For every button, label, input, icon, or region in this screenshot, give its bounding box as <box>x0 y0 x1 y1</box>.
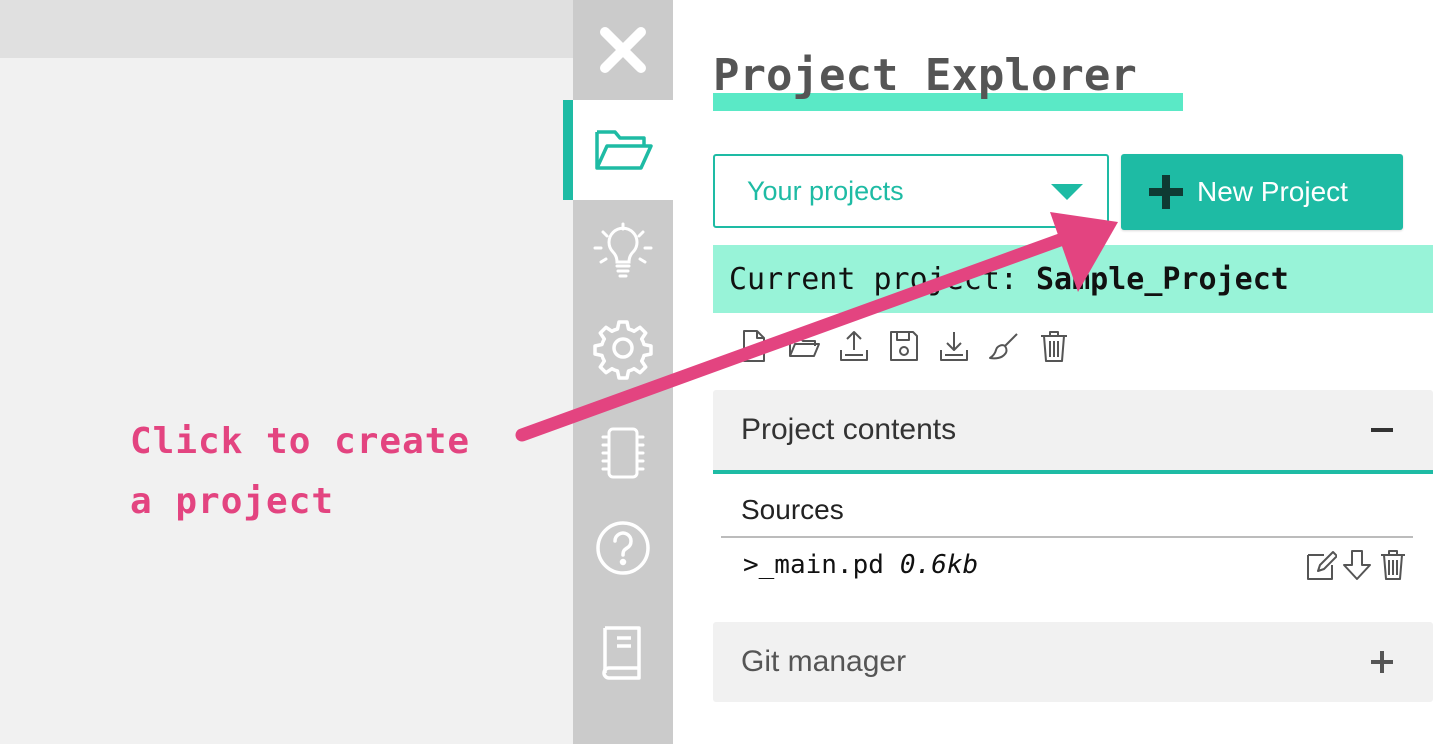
annotation-line-1: Click to create <box>130 421 471 462</box>
rail-docs-button[interactable] <box>573 600 673 700</box>
file-name[interactable]: >_main.pd <box>743 550 884 580</box>
current-project-bar: Current project: Sample_Project <box>713 245 1433 313</box>
new-file-icon <box>743 330 765 362</box>
project-toolbar <box>729 326 1079 366</box>
gear-icon <box>593 320 653 380</box>
help-icon <box>596 521 650 575</box>
rail-active-indicator <box>563 100 573 200</box>
rail-tips-button[interactable] <box>573 200 673 300</box>
current-project-prefix: Current project: <box>729 261 1018 297</box>
save-button[interactable] <box>879 326 929 366</box>
chip-icon <box>601 427 645 479</box>
arrow-down-icon <box>1343 550 1371 580</box>
collapse-minus-icon[interactable] <box>1371 428 1393 432</box>
rail-settings-button[interactable] <box>573 298 673 398</box>
edit-icon <box>1307 551 1337 580</box>
close-icon <box>600 27 646 73</box>
upload-icon <box>840 331 868 361</box>
new-project-button[interactable]: New Project <box>1121 154 1403 230</box>
project-explorer-panel: Project Explorer Your projects New Proje… <box>673 0 1442 744</box>
open-folder-button[interactable] <box>779 326 829 366</box>
annotation-line-2: a project <box>130 481 335 522</box>
clean-button[interactable] <box>979 326 1029 366</box>
workspace-top-bar <box>0 0 573 58</box>
clean-brush-icon <box>989 333 1018 360</box>
rail-close-button[interactable] <box>573 0 673 100</box>
file-actions <box>1303 543 1411 587</box>
git-manager-label: Git manager <box>741 645 907 678</box>
project-select-dropdown[interactable]: Your projects <box>713 154 1109 228</box>
sources-label: Sources <box>741 494 844 525</box>
download-button[interactable] <box>929 326 979 366</box>
trash-icon <box>1381 550 1405 580</box>
download-file-button[interactable] <box>1339 545 1375 585</box>
page-title: Project Explorer <box>713 50 1137 101</box>
git-manager-header[interactable]: Git manager <box>713 622 1433 702</box>
sources-divider <box>721 536 1413 538</box>
project-contents-header[interactable]: Project contents <box>713 390 1433 474</box>
trash-icon <box>1041 331 1067 362</box>
workspace-area: Click to create a project <box>0 0 573 744</box>
rail-projects-button[interactable] <box>563 100 673 200</box>
plus-icon <box>1149 175 1183 209</box>
new-project-label: New Project <box>1197 176 1348 207</box>
caret-down-icon <box>1051 184 1083 200</box>
book-icon <box>602 626 641 680</box>
new-file-button[interactable] <box>729 326 779 366</box>
open-folder-icon <box>789 337 820 357</box>
delete-project-button[interactable] <box>1029 326 1079 366</box>
expand-plus-icon[interactable] <box>1371 651 1393 673</box>
file-size: 0.6kb <box>899 550 979 580</box>
current-project-name: Sample_Project <box>1035 261 1289 297</box>
project-contents-label: Project contents <box>741 413 957 446</box>
annotation-callout: Click to create a project <box>130 412 550 532</box>
upload-button[interactable] <box>829 326 879 366</box>
folder-open-icon <box>595 130 653 170</box>
rail-help-button[interactable] <box>573 498 673 598</box>
delete-file-button[interactable] <box>1375 545 1411 585</box>
rail-device-button[interactable] <box>573 403 673 503</box>
lightbulb-icon <box>593 222 653 278</box>
file-row[interactable]: >_main.pd 0.6kb <box>721 543 1413 587</box>
edit-file-button[interactable] <box>1303 545 1339 585</box>
save-icon <box>890 331 918 361</box>
download-icon <box>940 332 968 361</box>
project-select-value: Your projects <box>747 175 904 206</box>
